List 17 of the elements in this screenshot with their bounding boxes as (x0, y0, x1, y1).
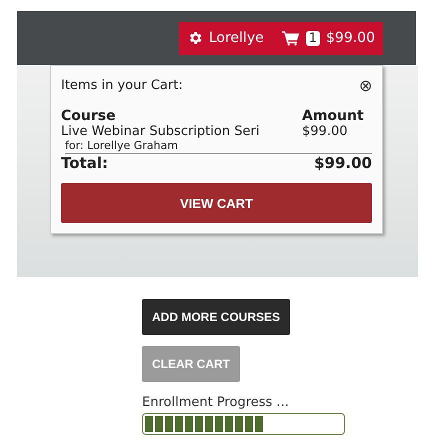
cart-icon (282, 30, 300, 46)
total-label: Total: (61, 154, 108, 172)
view-cart-button[interactable]: VIEW CART (61, 183, 372, 223)
cart-count: 1 (306, 30, 320, 46)
column-header: Course (61, 108, 116, 124)
attendee-name: for: Lorellye Graham (65, 139, 178, 152)
add-courses-button[interactable]: ADD MORE COURSES (142, 299, 290, 335)
cart-link[interactable]: 1 $99.00 (282, 30, 375, 46)
progress-label: Enrollment Progress ... (142, 395, 289, 410)
close-button[interactable]: ⊗ (359, 76, 372, 96)
column-header: Amount (302, 108, 365, 124)
popup-title: Items in your Cart: (61, 78, 183, 93)
total-amount: $99.00 (314, 154, 372, 172)
course-name: Live Webinar Subscription Seri (61, 124, 260, 139)
course-amount: $99.00 (302, 124, 348, 139)
cart-total: $99.00 (326, 30, 375, 46)
user-link[interactable]: Lorellye (186, 30, 264, 46)
